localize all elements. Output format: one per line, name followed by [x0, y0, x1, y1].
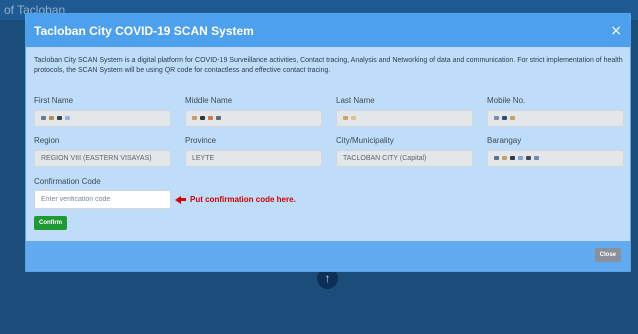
barangay-select[interactable] — [487, 150, 624, 167]
barangay-label: Barangay — [487, 136, 522, 145]
region-field-group: Region REGION VIII (EASTERN VISAYAS) — [34, 136, 171, 167]
redaction-mark — [343, 116, 348, 121]
city-field-group: City/Municipality TACLOBAN CITY (Capital… — [336, 136, 473, 167]
arrow-left-icon-shaft — [181, 198, 186, 201]
scan-modal: Tacloban City COVID-19 SCAN System × Tac… — [25, 13, 631, 272]
redaction-mark — [192, 116, 197, 121]
redaction-mark — [208, 116, 213, 121]
modal-title: Tacloban City COVID-19 SCAN System — [34, 23, 254, 38]
redaction-mark — [41, 116, 46, 121]
redaction-mark — [526, 156, 531, 161]
confirmation-hint: Put confirmation code here. — [175, 195, 296, 204]
redaction-mark — [494, 116, 499, 121]
province-select[interactable]: LEYTE — [185, 150, 322, 167]
redaction-mark — [351, 116, 356, 121]
middle-name-input[interactable] — [185, 110, 322, 127]
redaction-mark — [510, 116, 515, 121]
close-button[interactable]: Close — [594, 248, 621, 262]
province-label: Province — [185, 136, 217, 145]
redaction-mark — [510, 156, 515, 161]
redaction-mark — [534, 156, 539, 161]
city-select[interactable]: TACLOBAN CITY (Capital) — [336, 150, 473, 167]
confirmation-section: Confirmation Code Put confirmation code … — [34, 177, 622, 230]
province-field-group: Province LEYTE — [185, 136, 322, 167]
barangay-field-group: Barangay — [487, 136, 624, 167]
redaction-mark — [518, 156, 523, 161]
redaction-mark — [502, 116, 507, 121]
last-name-input[interactable] — [336, 110, 473, 127]
intro-text: Tacloban City SCAN System is a digital p… — [34, 57, 623, 74]
region-label: Region — [34, 136, 60, 145]
redaction-mark — [65, 116, 70, 121]
first-name-label: First Name — [34, 96, 74, 105]
modal-header: Tacloban City COVID-19 SCAN System × — [26, 14, 630, 47]
confirmation-hint-text: Put confirmation code here. — [190, 195, 296, 204]
redaction-mark — [502, 156, 507, 161]
modal-body: Tacloban City SCAN System is a digital p… — [26, 47, 630, 230]
last-name-label: Last Name — [336, 96, 375, 105]
mobile-no-input[interactable] — [487, 110, 624, 127]
first-name-input[interactable] — [34, 110, 171, 127]
middle-name-label: Middle Name — [185, 96, 233, 105]
redaction-mark — [49, 116, 54, 121]
confirmation-row: Put confirmation code here. — [34, 190, 622, 209]
region-select[interactable]: REGION VIII (EASTERN VISAYAS) — [34, 150, 171, 167]
close-icon[interactable]: × — [610, 24, 622, 38]
confirm-button[interactable]: Confirm — [34, 216, 67, 230]
redaction-mark — [494, 156, 499, 161]
modal-footer: Close — [26, 241, 630, 271]
mobile-no-label: Mobile No. — [487, 96, 526, 105]
mobile-no-field-group: Mobile No. — [487, 96, 624, 127]
confirmation-code-input[interactable] — [34, 190, 171, 209]
city-label: City/Municipality — [336, 136, 394, 145]
redaction-mark — [216, 116, 221, 121]
last-name-field-group: Last Name — [336, 96, 473, 127]
redaction-mark — [57, 116, 62, 121]
first-name-field-group: First Name — [34, 96, 171, 127]
redaction-mark — [200, 116, 205, 121]
middle-name-field-group: Middle Name — [185, 96, 322, 127]
confirmation-code-label: Confirmation Code — [34, 177, 101, 186]
personal-info-form: First Name Middle Name Last Name Mobile … — [34, 96, 624, 167]
